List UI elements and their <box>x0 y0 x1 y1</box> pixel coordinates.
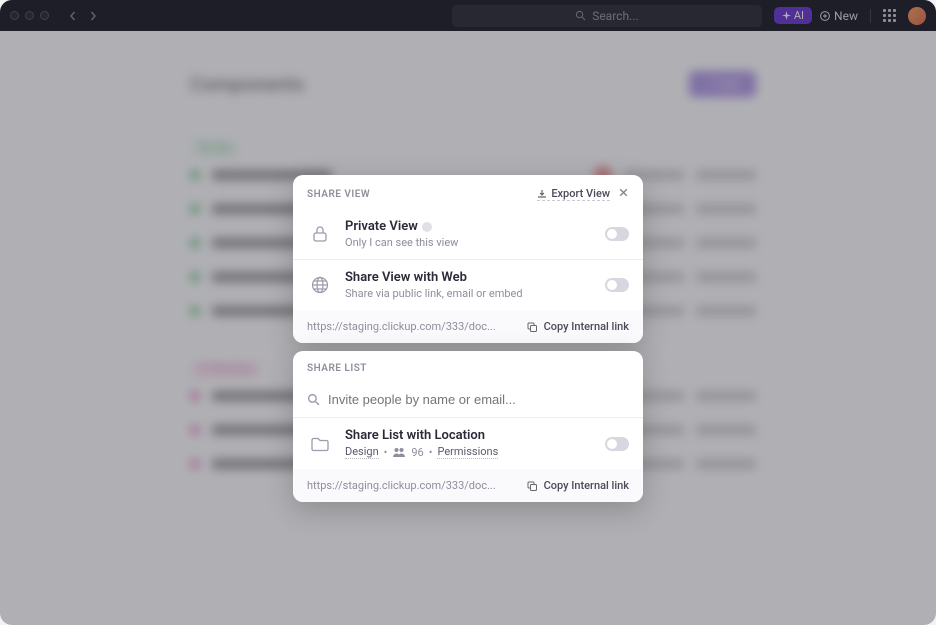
globe-icon <box>307 272 333 298</box>
people-icon <box>392 447 406 457</box>
share-location-title: Share List with Location <box>345 428 593 443</box>
permissions-link[interactable]: Permissions <box>437 445 498 459</box>
share-web-row: Share View with Web Share via public lin… <box>293 259 643 310</box>
copy-internal-link-button[interactable]: Copy Internal link <box>526 320 629 333</box>
share-view-header: SHARE VIEW <box>307 189 370 200</box>
dot-separator: • <box>384 446 388 459</box>
internal-url: https://staging.clickup.com/333/doc... <box>307 479 516 492</box>
copy-link-label: Copy Internal link <box>544 479 629 492</box>
dot-separator: • <box>429 446 433 459</box>
copy-link-label: Copy Internal link <box>544 320 629 333</box>
share-location-toggle[interactable] <box>605 437 629 451</box>
info-icon[interactable] <box>422 222 432 232</box>
share-list-header: SHARE LIST <box>307 363 367 374</box>
private-view-row: Private View Only I can see this view <box>293 209 643 259</box>
internal-url: https://staging.clickup.com/333/doc... <box>307 320 516 333</box>
share-view-modal: SHARE VIEW Export View Pr <box>293 175 643 343</box>
lock-icon <box>307 221 333 247</box>
download-icon <box>537 189 547 199</box>
copy-internal-link-button[interactable]: Copy Internal link <box>526 479 629 492</box>
invite-input[interactable] <box>328 392 629 407</box>
share-list-modal: SHARE LIST Share List with Location Desi… <box>293 351 643 502</box>
copy-icon <box>526 321 538 333</box>
export-view-link[interactable]: Export View <box>537 187 610 201</box>
share-web-toggle[interactable] <box>605 278 629 292</box>
search-icon <box>307 393 320 406</box>
private-view-sub: Only I can see this view <box>345 236 593 249</box>
location-design-link[interactable]: Design <box>345 445 379 459</box>
member-count: 96 <box>411 446 423 459</box>
share-location-row: Share List with Location Design • 96 • P… <box>293 417 643 469</box>
export-view-label: Export View <box>551 187 610 200</box>
share-web-sub: Share via public link, email or embed <box>345 287 593 300</box>
private-view-title: Private View <box>345 219 418 234</box>
modal-overlay: SHARE VIEW Export View Pr <box>0 0 936 625</box>
copy-icon <box>526 480 538 492</box>
private-view-toggle[interactable] <box>605 227 629 241</box>
close-icon[interactable] <box>618 187 629 201</box>
share-web-title: Share View with Web <box>345 270 593 285</box>
folder-icon <box>307 431 333 457</box>
